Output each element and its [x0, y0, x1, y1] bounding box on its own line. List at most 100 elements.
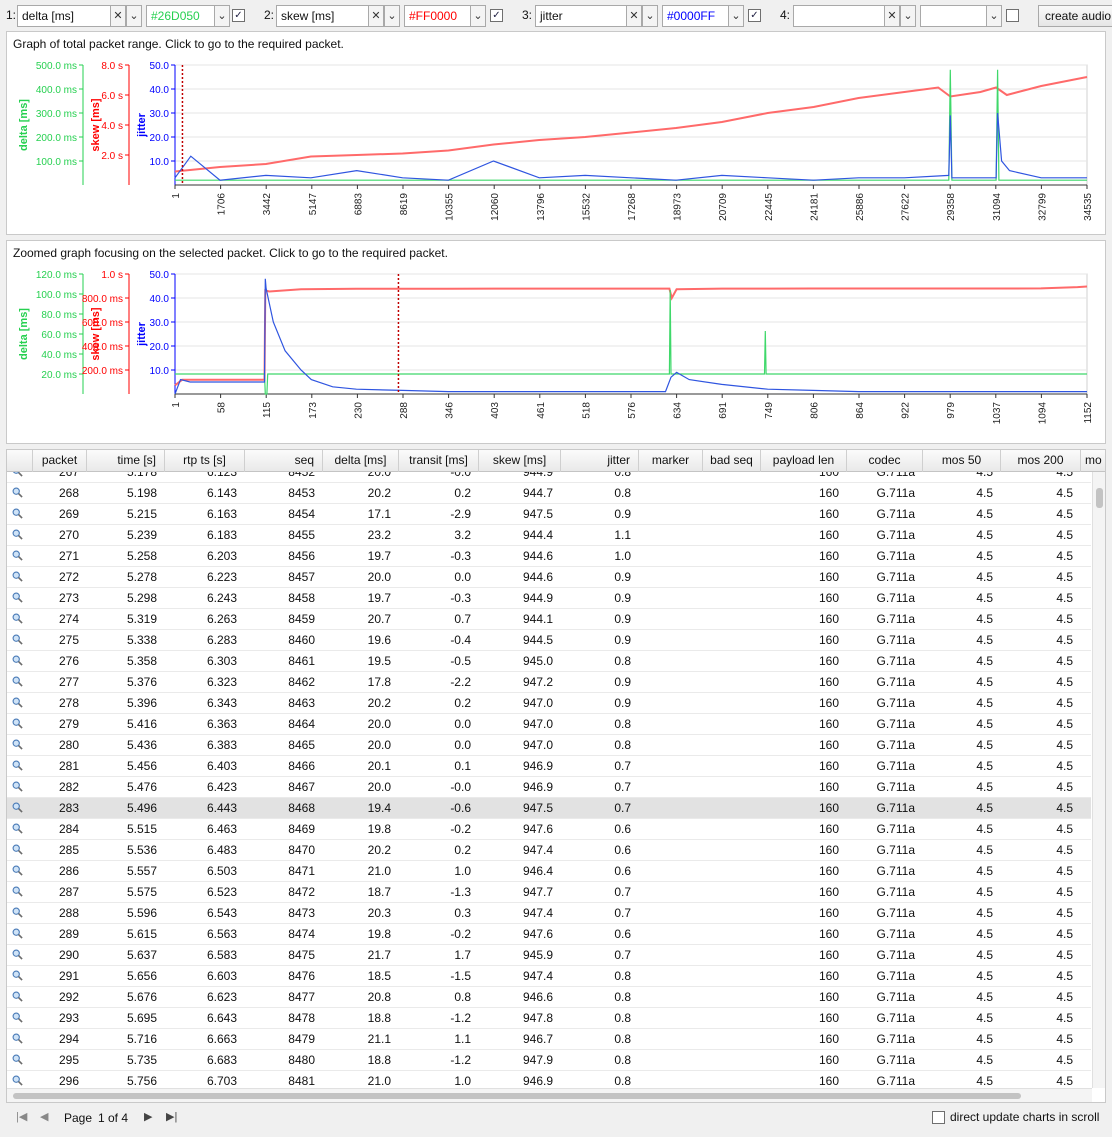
- column-header-seq[interactable]: seq: [245, 450, 323, 472]
- vertical-scroll-thumb[interactable]: [1096, 488, 1103, 508]
- series-1-color-combo[interactable]: #26D050: [146, 5, 216, 27]
- column-header-mo[interactable]: mo: [1081, 450, 1105, 472]
- series-4-color-combo[interactable]: [920, 5, 988, 27]
- series-4-clear-icon[interactable]: ✕: [884, 5, 900, 27]
- table-row[interactable]: 268 5.198 6.143 8453 20.2 0.2 944.7 0.8 160 G.711…: [7, 483, 1091, 504]
- table-row[interactable]: 270 5.239 6.183 8455 23.2 3.2 944.4 1.1 160 G.711…: [7, 525, 1091, 546]
- table-row[interactable]: 289 5.615 6.563 8474 19.8 -0.2 947.6 0.6 160 G.71…: [7, 924, 1091, 945]
- table-row[interactable]: 287 5.575 6.523 8472 18.7 -1.3 947.7 0.7 160 G.71…: [7, 882, 1091, 903]
- magnifier-icon[interactable]: [12, 472, 23, 477]
- column-header-icon[interactable]: [7, 450, 33, 472]
- series-3-name-combo[interactable]: jitter: [535, 5, 629, 27]
- series-1-dropdown-icon[interactable]: ⌄: [126, 5, 142, 27]
- magnifier-icon[interactable]: [12, 1012, 23, 1023]
- magnifier-icon[interactable]: [12, 550, 23, 561]
- magnifier-icon[interactable]: [12, 1075, 23, 1086]
- magnifier-icon[interactable]: [12, 697, 23, 708]
- vertical-scrollbar[interactable]: [1092, 472, 1105, 1088]
- next-page-icon[interactable]: ▶: [144, 1110, 152, 1123]
- prev-page-icon[interactable]: ◀: [40, 1110, 48, 1123]
- series-4-name-combo[interactable]: [793, 5, 887, 27]
- magnifier-icon[interactable]: [12, 487, 23, 498]
- overview-chart[interactable]: 100.0 ms 200.0 ms 300.0 ms 400.0 ms 500.0 ms…: [7, 32, 1107, 236]
- table-row[interactable]: 269 5.215 6.163 8454 17.1 -2.9 947.5 0.9 160 G.71…: [7, 504, 1091, 525]
- magnifier-icon[interactable]: [12, 781, 23, 792]
- horizontal-scroll-thumb[interactable]: [13, 1093, 1021, 1099]
- series-1-clear-icon[interactable]: ✕: [110, 5, 126, 27]
- magnifier-icon[interactable]: [12, 571, 23, 582]
- first-page-icon[interactable]: |◀: [16, 1110, 27, 1123]
- magnifier-icon[interactable]: [12, 802, 23, 813]
- zoom-chart[interactable]: 20.0 ms40.0 ms60.0 ms80.0 ms100.0 ms120.…: [7, 241, 1107, 445]
- magnifier-icon[interactable]: [12, 1033, 23, 1044]
- table-row[interactable]: 290 5.637 6.583 8475 21.7 1.7 945.9 0.7 160 G.711…: [7, 945, 1091, 966]
- series-4-color-dropdown-icon[interactable]: ⌄: [986, 5, 1002, 27]
- series-3-clear-icon[interactable]: ✕: [626, 5, 642, 27]
- magnifier-icon[interactable]: [12, 739, 23, 750]
- magnifier-icon[interactable]: [12, 823, 23, 834]
- magnifier-icon[interactable]: [12, 718, 23, 729]
- magnifier-icon[interactable]: [12, 991, 23, 1002]
- table-row[interactable]: 288 5.596 6.543 8473 20.3 0.3 947.4 0.7 160 G.711…: [7, 903, 1091, 924]
- column-header-bad-seq[interactable]: bad seq: [703, 450, 761, 472]
- series-4-dropdown-icon[interactable]: ⌄: [900, 5, 916, 27]
- table-row[interactable]: 282 5.476 6.423 8467 20.0 -0.0 946.9 0.7 160 G.71…: [7, 777, 1091, 798]
- magnifier-icon[interactable]: [12, 760, 23, 771]
- table-row[interactable]: 271 5.258 6.203 8456 19.7 -0.3 944.6 1.0 160 G.71…: [7, 546, 1091, 567]
- column-header-mos-200[interactable]: mos 200: [1001, 450, 1081, 472]
- series-2-color-dropdown-icon[interactable]: ⌄: [470, 5, 486, 27]
- table-row[interactable]: 280 5.436 6.383 8465 20.0 0.0 947.0 0.8 160 G.711…: [7, 735, 1091, 756]
- table-row[interactable]: 276 5.358 6.303 8461 19.5 -0.5 945.0 0.8 160 G.71…: [7, 651, 1091, 672]
- magnifier-icon[interactable]: [12, 676, 23, 687]
- table-row[interactable]: 293 5.695 6.643 8478 18.8 -1.2 947.8 0.8 160 G.71…: [7, 1008, 1091, 1029]
- column-header-rtp-ts-s[interactable]: rtp ts [s]: [165, 450, 245, 472]
- column-header-skew-ms[interactable]: skew [ms]: [479, 450, 561, 472]
- column-header-marker[interactable]: marker: [639, 450, 703, 472]
- table-row[interactable]: 272 5.278 6.223 8457 20.0 0.0 944.6 0.9 160 G.711…: [7, 567, 1091, 588]
- column-header-mos-50[interactable]: mos 50: [923, 450, 1001, 472]
- table-row[interactable]: 294 5.716 6.663 8479 21.1 1.1 946.7 0.8 160 G.711…: [7, 1029, 1091, 1050]
- table-row[interactable]: 296 5.756 6.703 8481 21.0 1.0 946.9 0.8 160 G.711…: [7, 1071, 1091, 1088]
- series-2-dropdown-icon[interactable]: ⌄: [384, 5, 400, 27]
- table-row[interactable]: 275 5.338 6.283 8460 19.6 -0.4 944.5 0.9 160 G.71…: [7, 630, 1091, 651]
- direct-update-checkbox[interactable]: [932, 1111, 945, 1124]
- series-4-checkbox[interactable]: [1006, 9, 1019, 22]
- table-row[interactable]: 274 5.319 6.263 8459 20.7 0.7 944.1 0.9 160 G.711…: [7, 609, 1091, 630]
- series-2-clear-icon[interactable]: ✕: [368, 5, 384, 27]
- column-header-codec[interactable]: codec: [847, 450, 923, 472]
- table-row[interactable]: 284 5.515 6.463 8469 19.8 -0.2 947.6 0.6 160 G.71…: [7, 819, 1091, 840]
- column-header-delta-ms[interactable]: delta [ms]: [323, 450, 399, 472]
- column-header-time-s[interactable]: time [s]: [87, 450, 165, 472]
- column-header-transit-ms[interactable]: transit [ms]: [399, 450, 479, 472]
- table-row-selected[interactable]: 283 5.496 6.443 8468 19.4 -0.6 947.5 0.7 160 G.71…: [7, 798, 1091, 819]
- series-1-color-dropdown-icon[interactable]: ⌄: [214, 5, 230, 27]
- table-row[interactable]: 292 5.676 6.623 8477 20.8 0.8 946.6 0.8 160 G.711…: [7, 987, 1091, 1008]
- magnifier-icon[interactable]: [12, 886, 23, 897]
- table-row[interactable]: 267 5.178 6.123 8452 20.0 -0.0 944.9 0.8 160 G.71…: [7, 472, 1091, 483]
- magnifier-icon[interactable]: [12, 529, 23, 540]
- table-row[interactable]: 295 5.735 6.683 8480 18.8 -1.2 947.9 0.8 160 G.71…: [7, 1050, 1091, 1071]
- magnifier-icon[interactable]: [12, 949, 23, 960]
- magnifier-icon[interactable]: [12, 508, 23, 519]
- table-row[interactable]: 286 5.557 6.503 8471 21.0 1.0 946.4 0.6 160 G.711…: [7, 861, 1091, 882]
- table-row[interactable]: 273 5.298 6.243 8458 19.7 -0.3 944.9 0.9 160 G.71…: [7, 588, 1091, 609]
- overview-chart-panel[interactable]: Graph of total packet range. Click to go…: [6, 31, 1106, 235]
- column-header-payload-len[interactable]: payload len: [761, 450, 847, 472]
- magnifier-icon[interactable]: [12, 613, 23, 624]
- series-2-name-combo[interactable]: skew [ms]: [276, 5, 370, 27]
- table-row[interactable]: 285 5.536 6.483 8470 20.2 0.2 947.4 0.6 160 G.711…: [7, 840, 1091, 861]
- series-2-color-combo[interactable]: #FF0000: [404, 5, 472, 27]
- magnifier-icon[interactable]: [12, 844, 23, 855]
- table-row[interactable]: 278 5.396 6.343 8463 20.2 0.2 947.0 0.9 160 G.711…: [7, 693, 1091, 714]
- series-2-checkbox[interactable]: ✓: [490, 9, 503, 22]
- last-page-icon[interactable]: ▶|: [166, 1110, 177, 1123]
- magnifier-icon[interactable]: [12, 634, 23, 645]
- zoom-chart-panel[interactable]: Zoomed graph focusing on the selected pa…: [6, 240, 1106, 444]
- table-row[interactable]: 279 5.416 6.363 8464 20.0 0.0 947.0 0.8 160 G.711…: [7, 714, 1091, 735]
- magnifier-icon[interactable]: [12, 592, 23, 603]
- series-1-checkbox[interactable]: ✓: [232, 9, 245, 22]
- magnifier-icon[interactable]: [12, 907, 23, 918]
- series-3-checkbox[interactable]: ✓: [748, 9, 761, 22]
- series-1-name-combo[interactable]: delta [ms]: [17, 5, 111, 27]
- magnifier-icon[interactable]: [12, 1054, 23, 1065]
